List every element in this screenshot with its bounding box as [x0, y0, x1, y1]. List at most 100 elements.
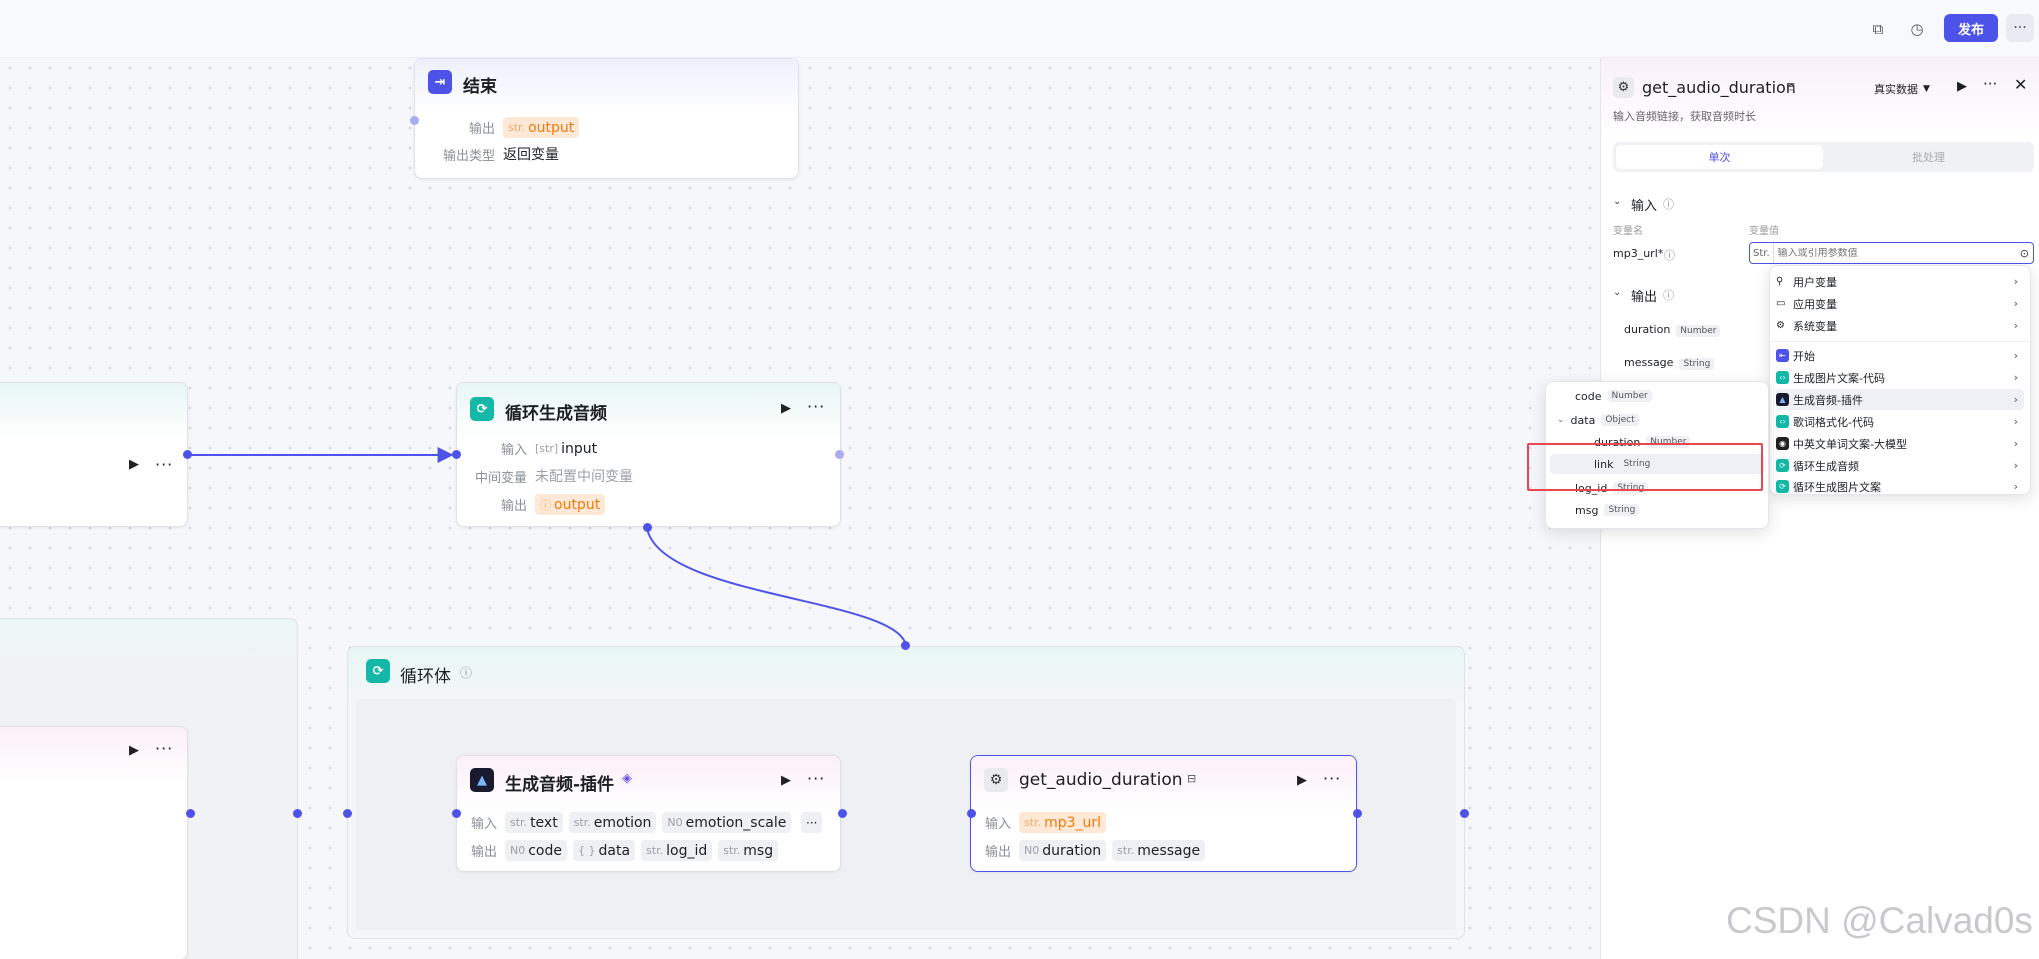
node-more-icon[interactable]: ··· — [807, 769, 825, 788]
node-more-icon[interactable]: ··· — [155, 739, 173, 758]
left-node-bottom[interactable]: ▶ ··· — [0, 726, 188, 959]
field-msg[interactable]: msg String — [1575, 500, 1640, 520]
menu-item-lyrics-code[interactable]: ‹› 歌词格式化-代码 › — [1776, 411, 2024, 432]
input-tag-text: str. text — [505, 812, 563, 833]
param-value-input[interactable]: Str. ⊙ — [1749, 242, 2034, 264]
output-tag-message: str. message — [1112, 840, 1206, 861]
badge-icon: ⊟ — [1786, 80, 1796, 93]
menu-item-audio-plugin[interactable]: ▲ 生成音频-插件 › — [1776, 389, 2024, 410]
end-node-icon: ⇥ — [428, 70, 452, 94]
run-icon[interactable]: ▶ — [1957, 79, 1967, 94]
menu-item-image-copy-code[interactable]: ‹› 生成图片文案-代码 › — [1776, 367, 2024, 388]
loop-node[interactable]: ⟳ 循环生成音频 ▶ ··· 输入 [str] input 中间变量 未配置中间变… — [456, 382, 841, 527]
chevron-down-icon[interactable]: ⌄ — [1613, 196, 1621, 207]
loop-node-body-port[interactable] — [643, 523, 652, 532]
chevron-right-icon: › — [2013, 393, 2018, 406]
history-icon[interactable]: ◷ — [1905, 17, 1929, 41]
end-node[interactable]: ⇥ 结束 输出 str. output 输出类型 返回变量 — [414, 58, 799, 179]
menu-item-user-vars[interactable]: ⚲ 用户变量 › — [1776, 271, 2024, 292]
panel-description: 输入音频链接，获取音频时长 — [1613, 110, 1756, 123]
left-node-top-output-port[interactable] — [183, 450, 192, 459]
chevron-right-icon: › — [2013, 415, 2018, 428]
end-node-input-port[interactable] — [410, 116, 419, 125]
output-type-label: 输出类型 — [442, 148, 495, 164]
left-node-top[interactable]: ▶ ··· — [0, 382, 188, 527]
inputs-more-button[interactable]: ··· — [801, 812, 823, 833]
run-icon[interactable]: ▶ — [129, 457, 139, 472]
chevron-down-icon[interactable]: ⌄ — [1613, 287, 1621, 298]
chevron-right-icon: › — [2013, 459, 2018, 472]
code-node-icon: ‹› — [1776, 415, 1789, 428]
loop-node-icon: ⟳ — [1776, 459, 1789, 472]
input-section-title: 输入 — [1631, 199, 1658, 214]
loop-body-input-port[interactable] — [343, 809, 352, 818]
column-name-label: 变量名 — [1613, 226, 1643, 237]
run-icon[interactable]: ▶ — [129, 743, 139, 758]
menu-item-loop-audio[interactable]: ⟳ 循环生成音频 › — [1776, 455, 2024, 476]
watermark: CSDN @Calvad0s — [1726, 900, 2033, 941]
loop-icon: ⟳ — [470, 397, 494, 421]
info-icon[interactable]: ⓘ — [1664, 247, 1675, 263]
duration-node[interactable]: ⚙ get_audio_duration ⊟ ▶ ··· 输入 str. mp3_… — [970, 755, 1357, 872]
more-icon[interactable]: ··· — [1983, 75, 1997, 93]
code-node-icon: ‹› — [1776, 371, 1789, 384]
plugin-output-port[interactable] — [838, 809, 847, 818]
output-type-value: 返回变量 — [503, 147, 559, 163]
left-container-port[interactable] — [293, 809, 302, 818]
duration-output-port[interactable] — [1353, 809, 1362, 818]
param-value-field[interactable] — [1777, 247, 2008, 259]
duration-input-port[interactable] — [967, 809, 976, 818]
left-node-bottom-output-port[interactable] — [186, 809, 195, 818]
close-icon[interactable]: ✕ — [2014, 75, 2027, 94]
info-icon[interactable]: ⓘ — [1663, 287, 1674, 303]
input-label: 输入 — [470, 817, 497, 832]
node-more-icon[interactable]: ··· — [155, 455, 173, 474]
run-icon[interactable]: ▶ — [781, 773, 791, 788]
tab-batch[interactable]: 批处理 — [1825, 145, 2032, 169]
menu-item-llm[interactable]: ◉ 中英文单词文案-大模型 › — [1776, 433, 2024, 454]
publish-button[interactable]: 发布 — [1944, 14, 1998, 42]
run-icon[interactable]: ▶ — [1297, 773, 1307, 788]
input-label: 输入 — [984, 817, 1011, 832]
loop-node-output-port[interactable] — [835, 450, 844, 459]
chevron-right-icon: › — [2013, 437, 2018, 450]
plugin-input-port[interactable] — [452, 809, 461, 818]
reference-icon[interactable]: ⊙ — [2020, 247, 2029, 260]
info-icon[interactable]: ⓘ — [1663, 196, 1674, 212]
node-more-icon[interactable]: ··· — [1323, 769, 1341, 788]
field-code[interactable]: code Number — [1575, 386, 1652, 406]
menu-item-loop-image[interactable]: ⟳ 循环生成图片文案 › — [1776, 476, 2024, 497]
input-var-tag: str. mp3_url — [1019, 812, 1107, 833]
output-section-title: 输出 — [1631, 290, 1658, 305]
panel-title: get_audio_duration — [1642, 78, 1796, 97]
run-icon[interactable]: ▶ — [781, 401, 791, 416]
output-label: 输出 — [470, 845, 497, 860]
output-tag-data: { } data — [573, 840, 636, 861]
node-more-icon[interactable]: ··· — [807, 397, 825, 416]
plugin-node-icon: ▲ — [1776, 393, 1789, 406]
field-data[interactable]: ⌄ data Object — [1557, 410, 1639, 430]
tab-single[interactable]: 单次 — [1616, 145, 1823, 169]
output-tag-duration: N0 duration — [1019, 840, 1107, 861]
loop-body-output-port[interactable] — [1460, 809, 1469, 818]
more-options-button[interactable]: ··· — [2006, 14, 2034, 42]
loop-node-input-port[interactable] — [452, 450, 461, 459]
workflow-canvas[interactable]: ⇥ 结束 输出 str. output 输出类型 返回变量 ▶ ··· ⟳ 循环生… — [0, 58, 1600, 959]
loop-body-title: 循环体 — [400, 667, 451, 687]
copy-icon[interactable]: ⧉ — [1866, 17, 1890, 41]
llm-node-icon: ◉ — [1776, 437, 1789, 450]
output-tag-msg: str. msg — [718, 840, 779, 861]
loop-body-top-port[interactable] — [901, 641, 910, 650]
chevron-right-icon: › — [2013, 371, 2018, 384]
chevron-right-icon: › — [2013, 275, 2018, 288]
info-icon[interactable]: ⓘ — [460, 664, 472, 681]
menu-item-system-vars[interactable]: ⚙ 系统变量 › — [1776, 315, 2024, 336]
chevron-down-icon[interactable]: ⌄ — [1557, 415, 1565, 425]
top-toolbar: ⧉ ◷ 发布 ··· — [0, 0, 2039, 58]
chevron-right-icon: › — [2013, 480, 2018, 493]
menu-item-app-vars[interactable]: ▭ 应用变量 › — [1776, 293, 2024, 314]
data-mode-select[interactable]: 真实数据 ▼ — [1874, 81, 1930, 97]
menu-item-start[interactable]: ⇤ 开始 › — [1776, 345, 2024, 366]
audio-plugin-node[interactable]: ▲ 生成音频-插件 ◈ ▶ ··· 输入 str. text str. emotio… — [456, 755, 841, 872]
output-label: 输出 — [468, 122, 495, 137]
